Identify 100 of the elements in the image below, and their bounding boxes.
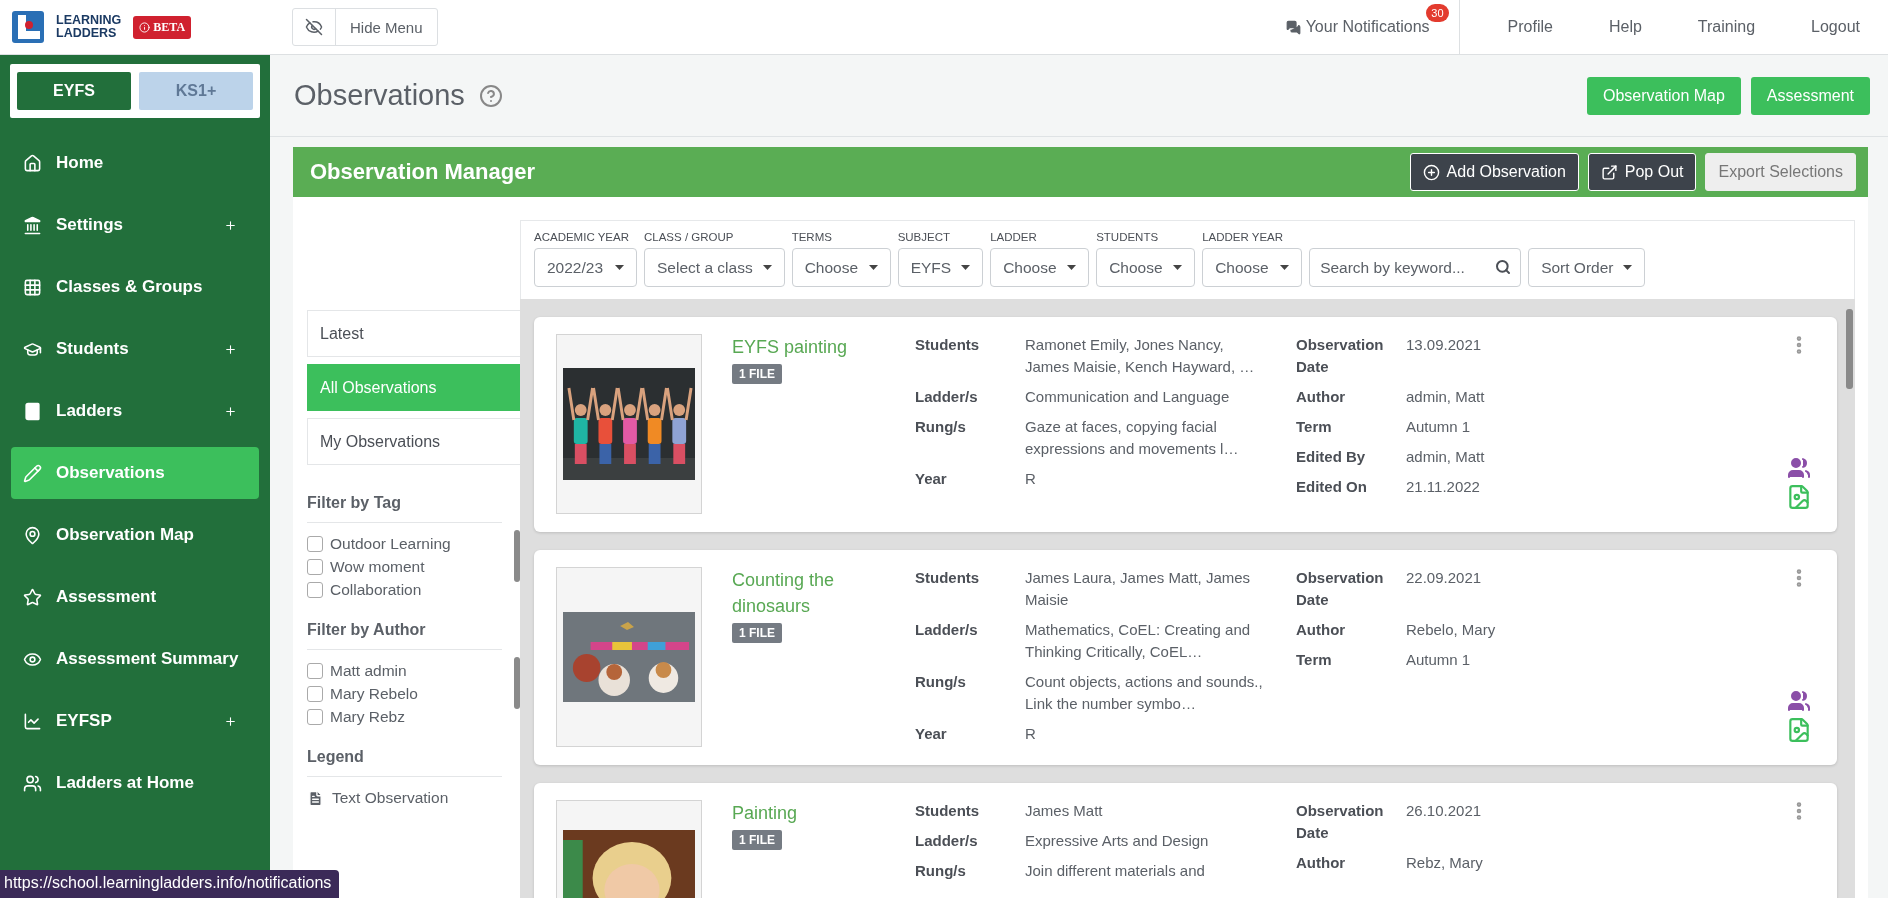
legend-label: Text Observation xyxy=(332,789,449,807)
caret-icon xyxy=(1173,265,1183,270)
sidebar-item[interactable]: Ladders xyxy=(11,385,259,437)
filter-label: LADDER xyxy=(990,231,1038,243)
caret-icon xyxy=(1623,265,1633,270)
checkbox-label: Collaboration xyxy=(330,581,422,599)
filter-dropdown[interactable]: Choose xyxy=(990,248,1090,287)
brand-name: LADDERS xyxy=(56,27,118,40)
filter-dropdown[interactable]: 2022/23 xyxy=(534,248,637,287)
filter-dropdown[interactable]: Select a class xyxy=(644,248,785,287)
line-chart-icon xyxy=(23,711,42,731)
caret-icon xyxy=(961,265,971,270)
document-icon xyxy=(307,789,324,807)
field-label: Edited By xyxy=(1296,447,1367,467)
checkbox[interactable] xyxy=(307,582,323,598)
checkbox-label: Matt admin xyxy=(330,662,407,680)
checkbox[interactable] xyxy=(307,686,323,702)
action-button[interactable]: Add Observation xyxy=(1409,153,1579,191)
sidebar-item[interactable]: Observation Map xyxy=(11,509,259,561)
field-label: Year xyxy=(915,724,948,744)
field-value: Mathematics, CoEL: Creating and Thinking Critically, CoEL… xyxy=(1025,620,1252,662)
search-field[interactable]: Search by keyword... xyxy=(1309,248,1522,287)
field-label: Students xyxy=(915,335,981,355)
view-tab[interactable]: Latest xyxy=(307,310,520,357)
stage-tab[interactable]: EYFS xyxy=(17,72,131,110)
field-value: Rebelo, Mary xyxy=(1406,620,1497,640)
file-count-badge: 1 FILE xyxy=(732,364,782,384)
field-value: 22.09.2021 xyxy=(1406,568,1483,588)
chat-icon xyxy=(1285,19,1301,35)
pencil-icon xyxy=(23,463,42,483)
sidebar-item[interactable]: Assessment xyxy=(11,571,259,623)
home-icon xyxy=(23,153,42,173)
sidebar-item[interactable]: EYFSP xyxy=(11,695,259,747)
field-label: Observation Date xyxy=(1296,801,1385,843)
filter-label: LADDER YEAR xyxy=(1202,231,1285,243)
field-label: Rung/s xyxy=(915,417,967,437)
filter-label: ACADEMIC YEAR xyxy=(534,231,630,243)
view-tab[interactable]: My Observations xyxy=(307,418,520,465)
users-icon xyxy=(23,773,42,793)
page-title: Observations xyxy=(294,79,465,112)
sort-dropdown[interactable]: Sort Order xyxy=(1528,248,1646,287)
help-icon[interactable] xyxy=(478,83,503,108)
field-label: Edited On xyxy=(1296,477,1368,497)
checkbox[interactable] xyxy=(307,536,323,552)
field-label: Year xyxy=(915,469,948,489)
checkbox[interactable] xyxy=(307,709,323,725)
scrollbar[interactable] xyxy=(514,530,520,582)
file-count-badge: 1 FILE xyxy=(732,623,782,643)
checkbox[interactable] xyxy=(307,559,323,575)
field-value: Communication and Language xyxy=(1025,387,1231,407)
external-link-icon xyxy=(1600,163,1618,181)
field-value: 21.11.2022 xyxy=(1406,477,1481,497)
bank-icon xyxy=(23,215,42,235)
file-count-badge: 1 FILE xyxy=(732,830,782,850)
field-label: Author xyxy=(1296,620,1347,640)
nav-link[interactable]: Logout xyxy=(1783,18,1888,36)
filter-label: CLASS / GROUP xyxy=(644,231,735,243)
caret-icon xyxy=(1067,265,1077,270)
filter-dropdown[interactable]: Choose xyxy=(1202,248,1303,287)
checkbox-label: Mary Rebelo xyxy=(330,685,418,703)
legend-heading: Legend xyxy=(307,748,502,777)
nav-link[interactable]: Help xyxy=(1580,18,1670,36)
field-value: Autumn 1 xyxy=(1406,417,1472,437)
filter-heading: Filter by Tag xyxy=(307,494,502,523)
sidebar-item[interactable]: Settings xyxy=(11,199,259,251)
scrollbar[interactable] xyxy=(514,657,520,709)
scrollbar[interactable] xyxy=(1846,309,1853,389)
field-value: Expressive Arts and Design xyxy=(1025,831,1210,851)
field-label: Ladder/s xyxy=(915,387,979,407)
field-label: Author xyxy=(1296,853,1347,873)
sidebar-item[interactable]: Ladders at Home xyxy=(11,757,259,809)
field-label: Students xyxy=(915,801,981,821)
field-value: admin, Matt xyxy=(1406,387,1486,407)
panel-title: Observation Manager xyxy=(310,159,535,185)
filter-label: SUBJECT xyxy=(897,231,952,243)
status-url: https://school.learningladders.info/notifications xyxy=(0,870,340,898)
sidebar-item[interactable]: Home xyxy=(11,137,259,189)
map-pin-icon xyxy=(23,525,42,545)
sidebar-item[interactable]: Students xyxy=(11,323,259,375)
notification-count: 30 xyxy=(1426,4,1449,22)
nav-link[interactable]: Profile xyxy=(1479,18,1581,36)
checkbox-label: Wow moment xyxy=(330,558,425,576)
field-value: James Laura, James Matt, James Maisie xyxy=(1025,568,1252,610)
nav-link[interactable]: Training xyxy=(1669,18,1784,36)
hide-menu-button[interactable]: Hide Menu xyxy=(292,8,438,46)
field-value: 13.09.2021 xyxy=(1406,335,1483,355)
brand-name: LEARNING xyxy=(56,14,122,27)
star-icon xyxy=(23,587,42,607)
filter-dropdown[interactable]: Choose xyxy=(1096,248,1196,287)
field-value: Rebz, Mary xyxy=(1406,853,1484,873)
sidebar-item[interactable]: Assessment Summary xyxy=(11,633,259,685)
filter-dropdown[interactable]: Choose xyxy=(791,248,891,287)
field-label: Rung/s xyxy=(915,861,967,881)
plus-circle-icon xyxy=(1422,163,1440,181)
action-button[interactable]: Pop Out xyxy=(1587,153,1697,191)
sidebar-item[interactable]: Classes & Groups xyxy=(11,261,259,313)
field-value: Autumn 1 xyxy=(1406,650,1472,670)
filter-dropdown[interactable]: EYFS xyxy=(897,248,984,287)
field-value: R xyxy=(1025,469,1037,489)
checkbox[interactable] xyxy=(307,663,323,679)
